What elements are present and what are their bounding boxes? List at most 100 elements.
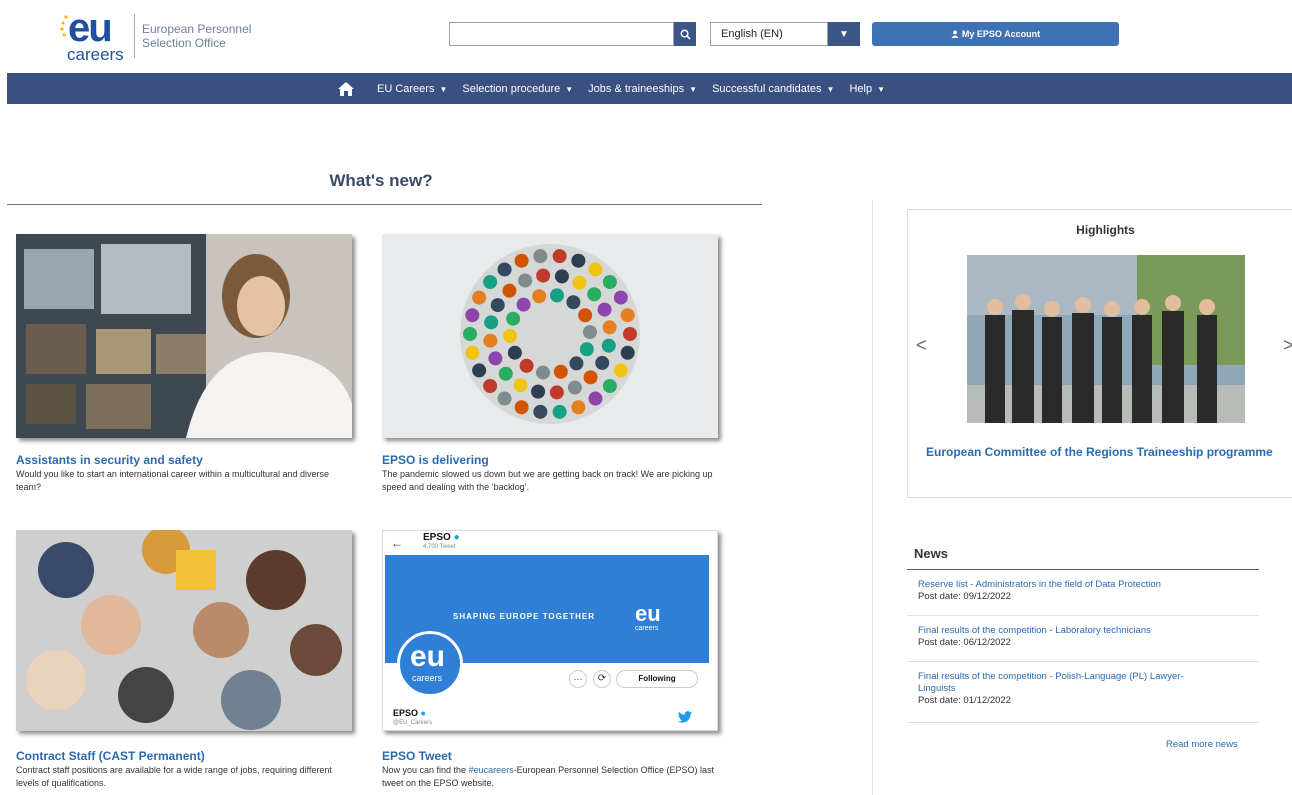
crowd-person [514, 253, 529, 268]
banner-logo-sub: careers [635, 625, 659, 632]
crowd-person [549, 385, 564, 400]
crowd-person [620, 308, 635, 323]
crowd-person [571, 253, 586, 268]
whats-new-heading: What's new? [329, 171, 433, 190]
read-more-news-link[interactable]: Read more news [1166, 740, 1238, 750]
crowd-person [472, 290, 487, 305]
caret-down-icon: ▼ [839, 28, 849, 40]
logo-eu-text: eu [68, 6, 113, 50]
news-item-link[interactable]: Final results of the competition - Labor… [918, 625, 1248, 637]
crowd-person [484, 315, 499, 330]
search-input[interactable] [449, 22, 674, 46]
avatar-careers: careers [412, 673, 443, 683]
crowd-person [502, 283, 517, 298]
news-heading: News [914, 546, 948, 561]
crowd-person [623, 327, 637, 341]
card-image-crowd[interactable] [382, 234, 718, 438]
crowd-person [507, 345, 522, 360]
my-epso-account-button[interactable]: My EPSO Account [872, 22, 1119, 46]
nav-item-eu-careers[interactable]: EU Careers ▼ [377, 83, 447, 95]
card-title[interactable]: EPSO is delivering [382, 453, 489, 467]
highlights-carousel: Highlights < > European Committee of the… [907, 209, 1292, 498]
crowd-person [513, 378, 528, 393]
crowd-person [519, 358, 534, 373]
crowd-person [613, 290, 628, 305]
home-link[interactable] [337, 81, 355, 97]
card-image-contract-staff[interactable] [16, 530, 352, 731]
crowd-person [483, 275, 498, 290]
caret-down-icon: ▼ [689, 84, 698, 94]
news-item-link[interactable]: Reserve list - Administrators in the fie… [918, 579, 1248, 591]
crowd-person [566, 295, 581, 310]
crowd-person [552, 249, 567, 264]
news-item-date: Post date: 09/12/2022 [918, 591, 1011, 602]
site-header: eu careers European Personnel Selection … [0, 0, 1292, 73]
crowd-person [506, 311, 521, 326]
card-image-security[interactable] [16, 234, 352, 438]
crowd-person [516, 297, 531, 312]
crowd-person [613, 363, 628, 378]
language-dropdown-toggle[interactable]: ▼ [828, 22, 860, 46]
nav-item-successful-candidates[interactable]: Successful candidates ▼ [712, 83, 834, 95]
crowd-person [465, 345, 480, 360]
following-button[interactable]: Following [616, 670, 698, 688]
crowd-person [503, 328, 518, 343]
card-title[interactable]: Assistants in security and safety [16, 453, 203, 467]
card-title[interactable]: Contract Staff (CAST Permanent) [16, 749, 205, 763]
crowd-person [490, 298, 505, 313]
crowd-person [497, 262, 512, 277]
news-item-link[interactable]: Final results of the competition - Polis… [918, 671, 1218, 695]
back-arrow-icon[interactable]: ← [391, 537, 403, 549]
tweet-account-name: EPSO ● [423, 532, 460, 543]
card-description: Would you like to start an international… [16, 469, 329, 492]
crowd-person [483, 378, 498, 393]
twitter-bird-icon [678, 711, 692, 723]
crowd-person [602, 275, 617, 290]
banner-text: SHAPING EUROPE TOGETHER [453, 612, 595, 621]
nav-item-help[interactable]: Help ▼ [849, 83, 885, 95]
crowd-person [463, 327, 477, 341]
more-options-icon[interactable]: ··· [569, 670, 587, 688]
verified-icon: ● [420, 708, 426, 718]
search-button[interactable] [674, 22, 696, 46]
crowd-person [571, 400, 586, 415]
crowd-person [602, 320, 617, 335]
crowd-person [533, 404, 548, 419]
logo-org-name: European Personnel Selection Office [142, 22, 251, 50]
search-icon [680, 29, 691, 40]
hashtag-link[interactable]: #eucareers [469, 765, 514, 775]
eu-careers-logo[interactable]: eu careers European Personnel Selection … [60, 8, 260, 64]
notifications-icon[interactable]: ⟳ [593, 670, 611, 688]
crowd-person [578, 308, 593, 323]
nav-item-selection-procedure[interactable]: Selection procedure ▼ [462, 83, 573, 95]
crowd-person [601, 338, 616, 353]
tweet-avatar: eu careers [397, 631, 463, 697]
crowd-person [595, 355, 610, 370]
user-icon [951, 30, 959, 38]
nav-label: Successful candidates [712, 82, 822, 95]
card-title[interactable]: EPSO Tweet [382, 749, 452, 763]
crowd-person [498, 366, 513, 381]
highlight-image[interactable] [967, 255, 1245, 423]
highlight-caption-link[interactable]: European Committee of the Regions Traine… [926, 446, 1292, 458]
nav-label: Jobs & traineeships [588, 82, 685, 95]
language-select[interactable]: English (EN) [710, 22, 828, 46]
column-divider [872, 200, 873, 795]
tweet-embed[interactable]: ← EPSO ● 4,700 Tweet SHAPING EUROPE TOGE… [382, 530, 718, 731]
news-divider [907, 722, 1259, 723]
crowd-person [531, 384, 546, 399]
logo-divider [134, 14, 135, 58]
caret-down-icon: ▼ [565, 84, 574, 94]
news-item: Final results of the competition - Polis… [918, 671, 1218, 707]
crowd-person [518, 273, 533, 288]
news-heading-divider [907, 569, 1259, 570]
caret-down-icon: ▼ [877, 84, 885, 94]
crowd-circle-image [382, 234, 718, 438]
crowd-person [572, 275, 587, 290]
crowd-person [597, 302, 612, 317]
carousel-next-button[interactable]: > [1283, 335, 1292, 356]
card-description: Now you can find the #eucareers-European… [382, 764, 722, 790]
nav-item-jobs-traineeships[interactable]: Jobs & traineeships ▼ [588, 83, 697, 95]
card-description: The pandemic slowed us down but we are g… [382, 469, 713, 492]
carousel-prev-button[interactable]: < [916, 335, 927, 356]
